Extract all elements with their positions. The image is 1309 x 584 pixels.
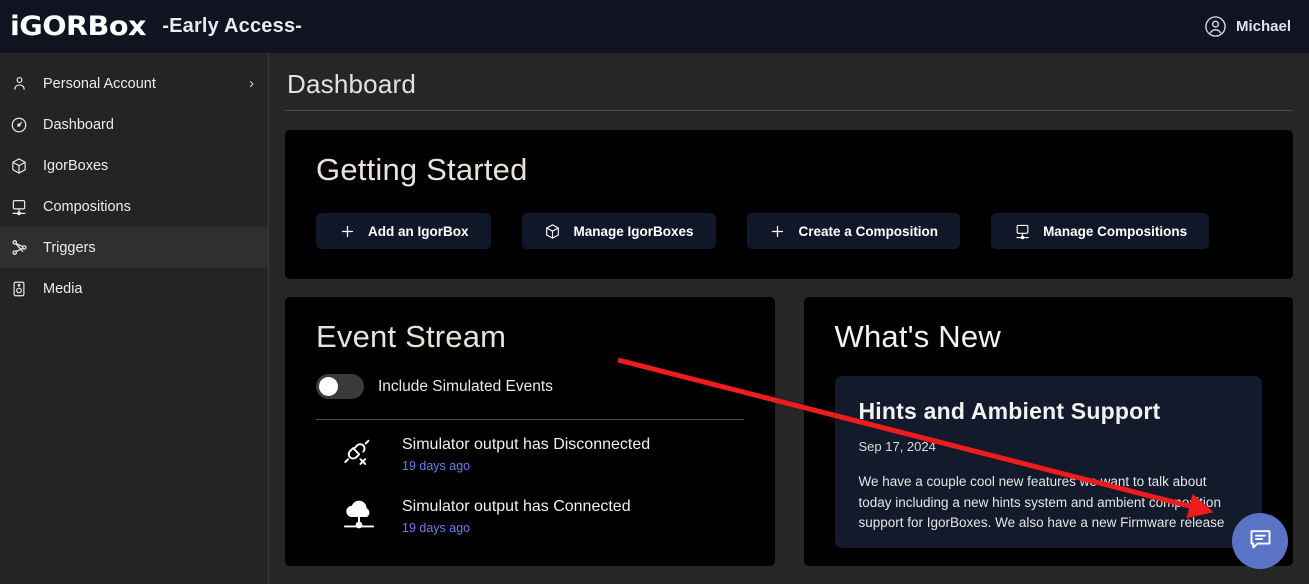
main-content: Dashboard Getting Started Add an IgorBox (269, 53, 1309, 584)
app-root: iGORBox -Early Access- Michael (0, 0, 1309, 584)
toggle-knob (319, 377, 338, 396)
sidebar-item-label: Triggers (43, 240, 254, 256)
event-stream-column: Event Stream Include Simulated Events (285, 297, 775, 566)
sidebar-item-personal-account[interactable]: Personal Account › (0, 63, 268, 104)
node-graph-icon (9, 238, 29, 258)
button-label: Manage IgorBoxes (574, 224, 694, 239)
sidebar-item-media[interactable]: Media (0, 268, 268, 309)
event-title: Simulator output has Connected (402, 497, 631, 516)
article-body: We have a couple cool new features we wa… (859, 472, 1239, 534)
sidebar: Personal Account › Dashboard IgorBoxes (0, 53, 269, 584)
button-label: Manage Compositions (1043, 224, 1187, 239)
include-simulated-events-toggle[interactable] (316, 374, 364, 399)
user-circle-icon (1204, 15, 1227, 38)
getting-started-buttons: Add an IgorBox Manage IgorBoxes (316, 213, 1262, 249)
list-item[interactable]: Simulator output has Disconnected 19 day… (316, 420, 744, 482)
monitor-node-icon (1013, 222, 1031, 240)
event-stream-title: Event Stream (316, 319, 744, 355)
monitor-node-icon (9, 197, 29, 217)
whats-new-panel: What's New Hints and Ambient Support Sep… (804, 297, 1294, 566)
dashboard-columns: Event Stream Include Simulated Events (285, 297, 1293, 566)
list-item[interactable]: Simulator output has Connected 19 days a… (316, 482, 744, 544)
speaker-icon (9, 279, 29, 299)
article-title: Hints and Ambient Support (859, 398, 1239, 425)
chat-support-button[interactable] (1232, 513, 1288, 569)
cloud-connected-icon (338, 496, 380, 536)
plus-icon (769, 222, 787, 240)
page-title: Dashboard (285, 53, 1293, 110)
event-text: Simulator output has Disconnected 19 day… (402, 435, 650, 473)
create-a-composition-button[interactable]: Create a Composition (747, 213, 961, 249)
event-title: Simulator output has Disconnected (402, 435, 650, 454)
event-text: Simulator output has Connected 19 days a… (402, 497, 631, 535)
manage-igorboxes-button[interactable]: Manage IgorBoxes (522, 213, 716, 249)
getting-started-title: Getting Started (316, 152, 1262, 188)
whats-new-article[interactable]: Hints and Ambient Support Sep 17, 2024 W… (835, 376, 1263, 548)
chat-bubble-icon (1247, 525, 1274, 557)
sidebar-item-igorboxes[interactable]: IgorBoxes (0, 145, 268, 186)
edition-label: -Early Access- (162, 15, 302, 38)
button-label: Add an IgorBox (368, 224, 469, 239)
whats-new-title: What's New (835, 319, 1263, 355)
button-label: Create a Composition (799, 224, 939, 239)
top-bar: iGORBox -Early Access- Michael (0, 0, 1309, 53)
toggle-label: Include Simulated Events (378, 378, 553, 396)
sidebar-item-label: Media (43, 281, 254, 297)
sidebar-item-label: IgorBoxes (43, 158, 254, 174)
app-logo[interactable]: iGORBox (10, 13, 146, 40)
chevron-right-icon: › (249, 75, 254, 92)
brand-area: iGORBox -Early Access- (10, 13, 302, 40)
sidebar-item-label: Compositions (43, 199, 254, 215)
event-time: 19 days ago (402, 521, 631, 535)
person-icon (9, 74, 29, 94)
add-an-igorbox-button[interactable]: Add an IgorBox (316, 213, 491, 249)
include-simulated-events-row: Include Simulated Events (316, 374, 744, 399)
sidebar-item-label: Dashboard (43, 117, 254, 133)
title-divider (285, 110, 1293, 111)
plus-icon (338, 222, 356, 240)
whats-new-column: What's New Hints and Ambient Support Sep… (804, 297, 1294, 566)
user-menu[interactable]: Michael (1204, 15, 1291, 38)
event-stream-panel: Event Stream Include Simulated Events (285, 297, 775, 566)
cube-icon (9, 156, 29, 176)
sidebar-item-compositions[interactable]: Compositions (0, 186, 268, 227)
getting-started-card: Getting Started Add an IgorBox (285, 130, 1293, 279)
gauge-icon (9, 115, 29, 135)
event-time: 19 days ago (402, 459, 650, 473)
cube-icon (544, 222, 562, 240)
manage-compositions-button[interactable]: Manage Compositions (991, 213, 1209, 249)
app-body: Personal Account › Dashboard IgorBoxes (0, 53, 1309, 584)
sidebar-item-dashboard[interactable]: Dashboard (0, 104, 268, 145)
unplugged-icon (338, 434, 380, 474)
user-name: Michael (1236, 18, 1291, 35)
sidebar-item-label: Personal Account (43, 76, 235, 92)
article-date: Sep 17, 2024 (859, 439, 1239, 454)
app-logo-text: iGORBox (10, 11, 146, 42)
sidebar-item-triggers[interactable]: Triggers (0, 227, 268, 268)
